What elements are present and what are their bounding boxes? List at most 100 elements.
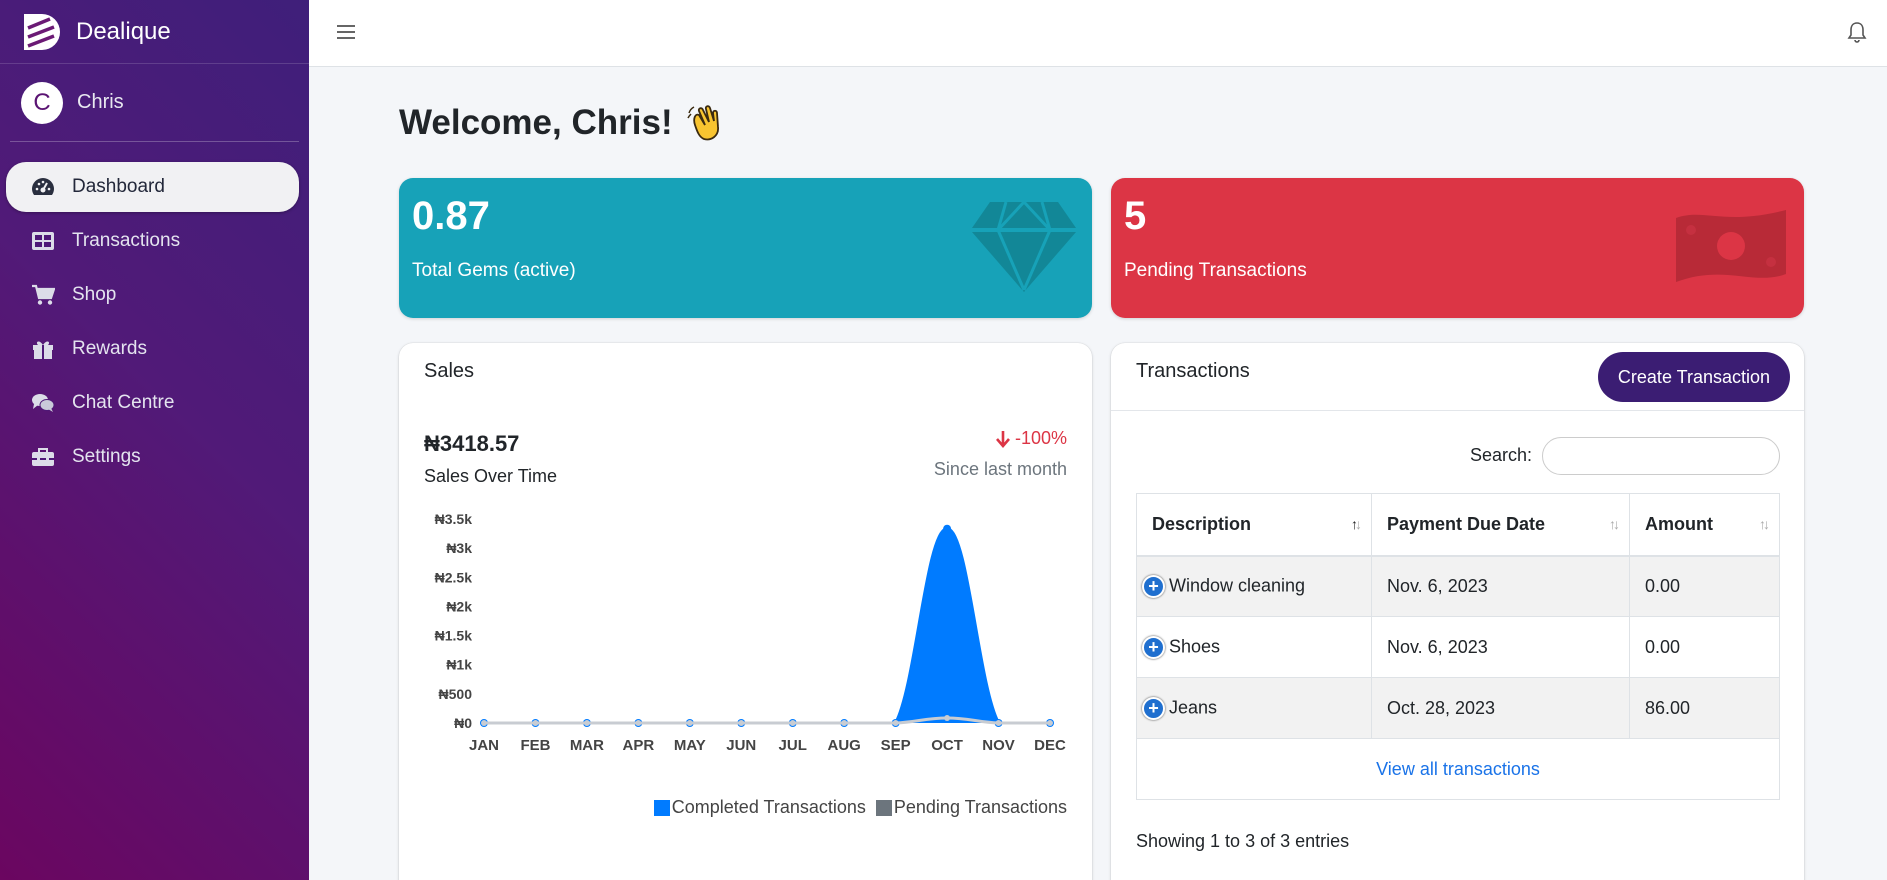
y-tick-label: ₦3.5k xyxy=(435,511,473,527)
x-tick-label: JAN xyxy=(469,737,499,754)
y-tick-label: ₦500 xyxy=(439,686,473,702)
cell-due-date: Nov. 6, 2023 xyxy=(1371,616,1630,678)
x-tick-label: MAR xyxy=(570,737,604,754)
sidebar-item-label: Rewards xyxy=(72,338,147,359)
user-panel[interactable]: C Chris xyxy=(10,64,299,142)
table-icon xyxy=(30,230,56,252)
cell-description: + Jeans xyxy=(1136,677,1372,739)
brand[interactable]: Dealique xyxy=(0,0,309,64)
data-point-pending xyxy=(995,720,1002,726)
cell-due-date: Oct. 28, 2023 xyxy=(1371,677,1630,739)
table-row[interactable]: + Shoes Nov. 6, 2023 0.00 xyxy=(1136,616,1780,678)
brand-logo xyxy=(24,13,60,50)
sidebar-item-label: Shop xyxy=(72,284,117,305)
table-row[interactable]: + Jeans Oct. 28, 2023 86.00 xyxy=(1136,677,1780,739)
gem-icon xyxy=(972,200,1076,292)
sidebar-nav: Dashboard Transactions Shop Rewards Chat… xyxy=(0,162,309,482)
sort-icon: ↑↓ xyxy=(1351,516,1362,532)
y-tick-label: ₦0 xyxy=(454,715,472,731)
pending-transactions-value: 5 xyxy=(1124,194,1147,238)
card-header-divider xyxy=(1111,410,1804,411)
view-all-transactions-link[interactable]: View all transactions xyxy=(1376,759,1540,779)
legend-label-pending[interactable]: Pending Transactions xyxy=(894,797,1067,818)
column-label: Description xyxy=(1152,513,1252,534)
expand-row-icon[interactable]: + xyxy=(1142,696,1165,720)
sidebar-item-chat-centre[interactable]: Chat Centre xyxy=(6,378,299,428)
view-all-cell: View all transactions xyxy=(1136,738,1780,800)
data-point-pending xyxy=(635,720,642,726)
series-area-completed xyxy=(484,528,1050,723)
legend-label-completed[interactable]: Completed Transactions xyxy=(672,797,866,818)
column-header-amount[interactable]: Amount ↑↓ xyxy=(1629,493,1780,557)
data-point-pending xyxy=(481,720,487,726)
data-point-pending xyxy=(1047,720,1053,726)
sales-card: Sales ₦3418.57 Sales Over Time -100% Sin… xyxy=(399,343,1092,880)
y-tick-label: ₦3k xyxy=(446,540,472,556)
brand-name: Dealique xyxy=(76,17,171,45)
column-header-payment-due-date[interactable]: Payment Due Date ↑↓ xyxy=(1371,493,1630,557)
data-point-pending xyxy=(738,720,745,726)
cell-text: Window cleaning xyxy=(1169,575,1306,595)
expand-row-icon[interactable]: + xyxy=(1142,574,1165,598)
welcome-prefix: Welcome, xyxy=(399,103,572,142)
column-header-description[interactable]: Description ↑↓ xyxy=(1136,493,1372,557)
money-bill-icon xyxy=(1676,210,1786,282)
data-point-pending xyxy=(841,720,848,726)
sort-icon: ↑↓ xyxy=(1609,516,1620,532)
x-tick-label: NOV xyxy=(982,737,1015,754)
sidebar-item-dashboard[interactable]: Dashboard xyxy=(6,162,299,212)
cell-amount: 0.00 xyxy=(1629,616,1780,678)
table-info: Showing 1 to 3 of 3 entries xyxy=(1136,831,1350,851)
cell-due-date: Nov. 6, 2023 xyxy=(1371,555,1630,617)
page-title: Welcome, Chris! xyxy=(399,103,725,143)
search-input[interactable] xyxy=(1542,437,1780,475)
data-point-pending xyxy=(583,720,590,726)
sidebar-item-shop[interactable]: Shop xyxy=(6,270,299,320)
legend-swatch-pending xyxy=(875,799,892,816)
data-point-pending xyxy=(944,714,951,721)
y-tick-label: ₦2k xyxy=(446,598,472,614)
bell-icon[interactable] xyxy=(1847,21,1867,43)
expand-row-icon[interactable]: + xyxy=(1142,635,1165,659)
cell-description: + Shoes xyxy=(1136,616,1372,678)
cell-amount: 0.00 xyxy=(1629,555,1780,617)
sort-icon: ↑↓ xyxy=(1759,516,1770,532)
table-footer-row: View all transactions xyxy=(1136,738,1780,800)
sidebar-item-label: Settings xyxy=(72,446,141,467)
x-tick-label: OCT xyxy=(931,737,963,754)
transactions-title: Transactions xyxy=(1136,360,1250,382)
topbar xyxy=(309,0,1887,67)
transactions-table: Description ↑↓ Payment Due Date ↑↓ Amoun… xyxy=(1136,493,1780,800)
sidebar-item-label: Chat Centre xyxy=(72,392,175,413)
total-gems-card: 0.87 Total Gems (active) xyxy=(399,178,1092,318)
avatar: C xyxy=(21,81,63,124)
sidebar-item-settings[interactable]: Settings xyxy=(6,432,299,482)
cell-amount: 86.00 xyxy=(1629,677,1780,739)
cart-icon xyxy=(30,284,56,306)
column-label: Payment Due Date xyxy=(1387,513,1546,534)
x-tick-label: DEC xyxy=(1034,737,1066,754)
data-point-pending xyxy=(789,720,796,726)
x-tick-label: JUL xyxy=(779,737,807,754)
table-header-row: Description ↑↓ Payment Due Date ↑↓ Amoun… xyxy=(1136,493,1780,557)
comments-icon xyxy=(30,392,56,414)
x-tick-label: JUN xyxy=(726,737,756,754)
transactions-card: Transactions Create Transaction Search: … xyxy=(1111,343,1804,880)
legend-swatch-completed xyxy=(653,799,670,816)
total-gems-label: Total Gems (active) xyxy=(412,260,576,281)
y-tick-label: ₦1.5k xyxy=(435,628,473,644)
cell-text: Jeans xyxy=(1169,696,1218,717)
create-transaction-button[interactable]: Create Transaction xyxy=(1597,352,1790,402)
sidebar-item-label: Transactions xyxy=(72,230,181,251)
waving-hand-icon xyxy=(686,105,719,141)
sidebar-item-transactions[interactable]: Transactions xyxy=(6,216,299,266)
welcome-suffix: ! xyxy=(660,103,673,142)
x-tick-label: SEP xyxy=(881,737,911,754)
sidebar-item-rewards[interactable]: Rewards xyxy=(6,324,299,374)
data-point-completed xyxy=(943,524,952,533)
table-row[interactable]: + Window cleaning Nov. 6, 2023 0.00 xyxy=(1136,555,1780,617)
cell-description: + Window cleaning xyxy=(1136,555,1372,617)
hamburger-menu-icon[interactable] xyxy=(336,22,356,42)
y-tick-label: ₦1k xyxy=(446,657,472,673)
sales-chart: ₦0 ₦500 ₦1k ₦1.5k ₦2k ₦2.5k ₦3k ₦3.5k JAN FEB MAR A… xyxy=(435,511,1066,754)
